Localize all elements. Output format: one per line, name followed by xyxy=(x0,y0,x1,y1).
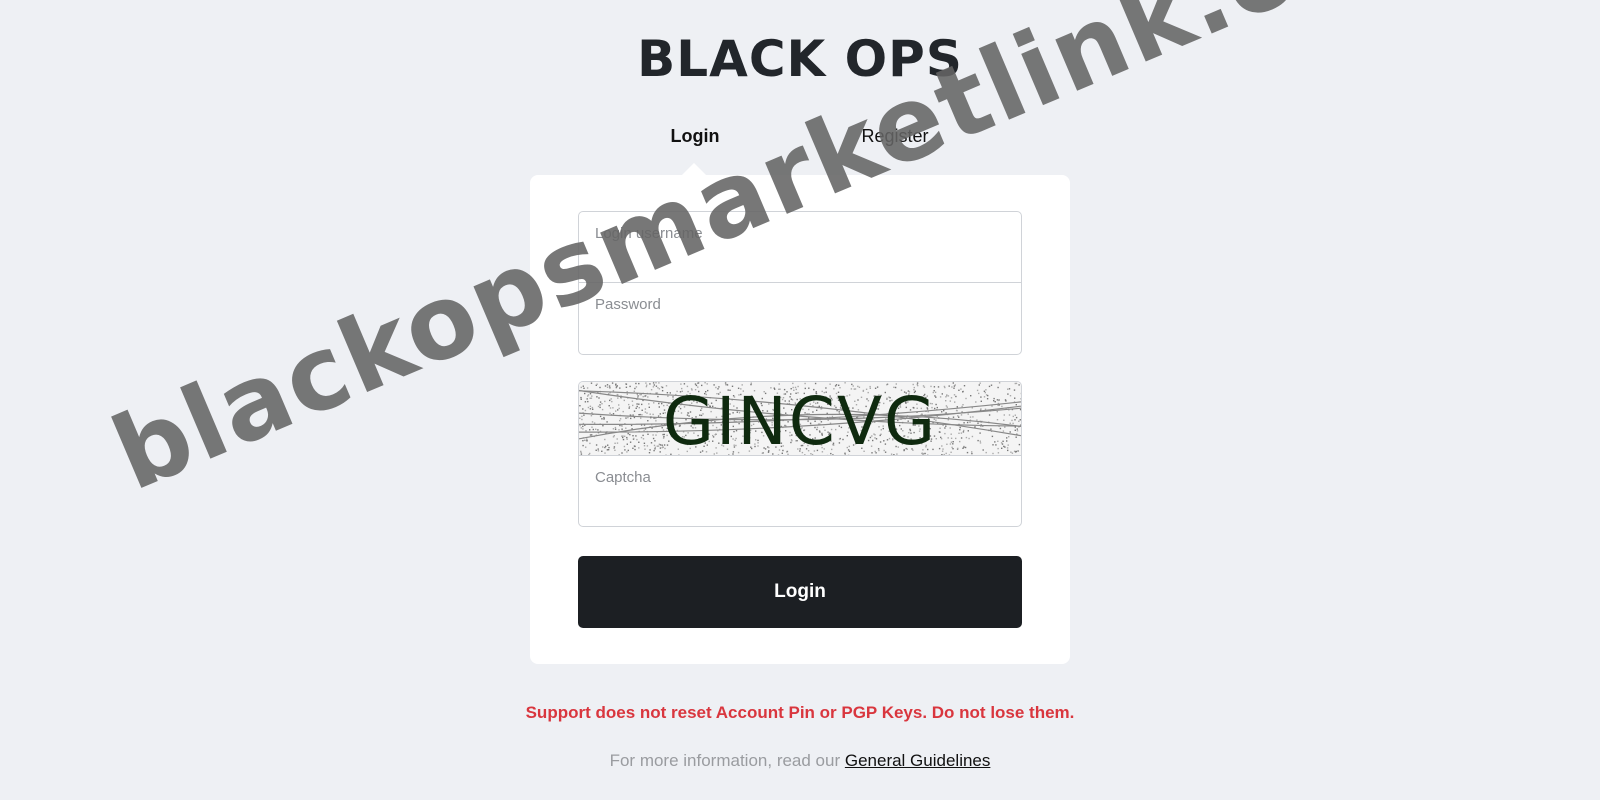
password-field-wrapper: Password xyxy=(579,282,1021,352)
tab-register[interactable]: Register xyxy=(861,126,928,147)
info-line: For more information, read our General G… xyxy=(0,751,1600,771)
captcha-noise: GINCVG xyxy=(579,382,1021,455)
captcha-image: GINCVG xyxy=(579,382,1021,456)
logo-text: BLACK OPS xyxy=(637,34,963,80)
login-card: Login username Password GINCVG Captcha L… xyxy=(530,175,1070,664)
tab-login[interactable]: Login xyxy=(671,126,720,147)
captcha-field-wrapper: Captcha xyxy=(579,456,1021,526)
credentials-group: Login username Password xyxy=(578,211,1022,355)
auth-tabs: Login Register xyxy=(0,126,1600,156)
info-prefix: For more information, read our xyxy=(609,751,845,770)
brand-logo: BLACK OPS xyxy=(0,34,1600,85)
captcha-input[interactable] xyxy=(579,456,1021,526)
captcha-text: GINCVG xyxy=(663,383,937,455)
username-input[interactable] xyxy=(579,212,1021,282)
captcha-group: GINCVG Captcha xyxy=(578,381,1022,527)
username-field-wrapper: Login username xyxy=(579,212,1021,282)
black-ops-logo-icon: BLACK OPS xyxy=(637,34,963,80)
password-input[interactable] xyxy=(579,283,1021,352)
login-button[interactable]: Login xyxy=(578,556,1022,628)
support-warning: Support does not reset Account Pin or PG… xyxy=(525,703,1075,722)
general-guidelines-link[interactable]: General Guidelines xyxy=(845,751,991,770)
active-tab-indicator xyxy=(682,163,706,175)
